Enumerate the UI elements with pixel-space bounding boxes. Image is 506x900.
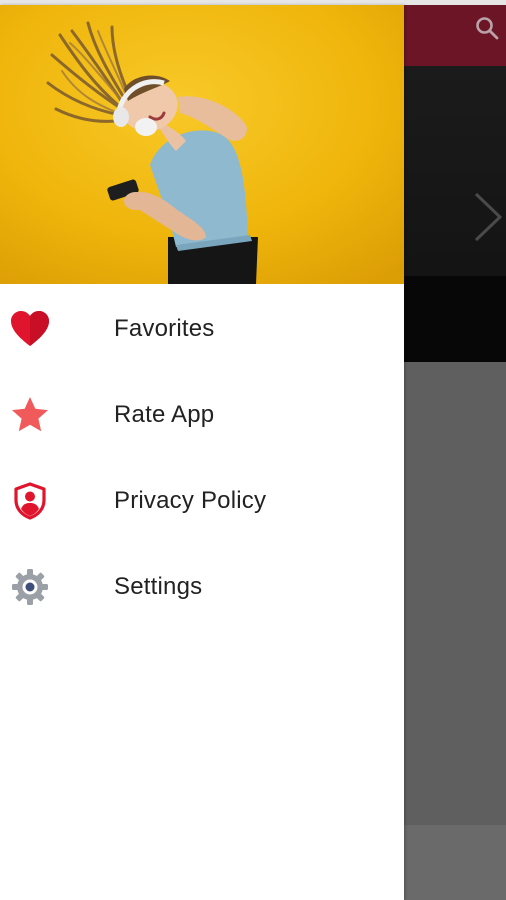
bottom-bar xyxy=(404,825,506,900)
drawer-menu: Favorites Rate App Privacy Policy Settin… xyxy=(0,284,404,630)
hero-carousel-lower xyxy=(404,276,506,362)
drawer-header-image xyxy=(0,5,404,284)
menu-item-label: Privacy Policy xyxy=(114,487,267,514)
menu-item-label: Rate App xyxy=(114,401,215,428)
chevron-right-icon[interactable] xyxy=(470,190,504,244)
navigation-drawer: Favorites Rate App Privacy Policy Settin… xyxy=(0,5,404,900)
heart-icon xyxy=(10,309,50,349)
background-app-scrim[interactable] xyxy=(404,5,506,900)
star-icon xyxy=(10,395,50,435)
gear-icon xyxy=(10,567,50,607)
menu-item-privacy-policy[interactable]: Privacy Policy xyxy=(0,458,404,544)
search-icon[interactable] xyxy=(474,15,500,41)
woman-with-headphones-image xyxy=(0,5,404,284)
menu-item-label: Settings xyxy=(114,573,203,600)
menu-item-settings[interactable]: Settings xyxy=(0,544,404,630)
menu-item-favorites[interactable]: Favorites xyxy=(0,286,404,372)
app-toolbar xyxy=(404,5,506,66)
menu-item-rate-app[interactable]: Rate App xyxy=(0,372,404,458)
hero-carousel xyxy=(404,66,506,362)
menu-item-label: Favorites xyxy=(114,315,215,342)
app-screen: Favorites Rate App Privacy Policy Settin… xyxy=(0,0,506,900)
shield-user-icon xyxy=(10,481,50,521)
